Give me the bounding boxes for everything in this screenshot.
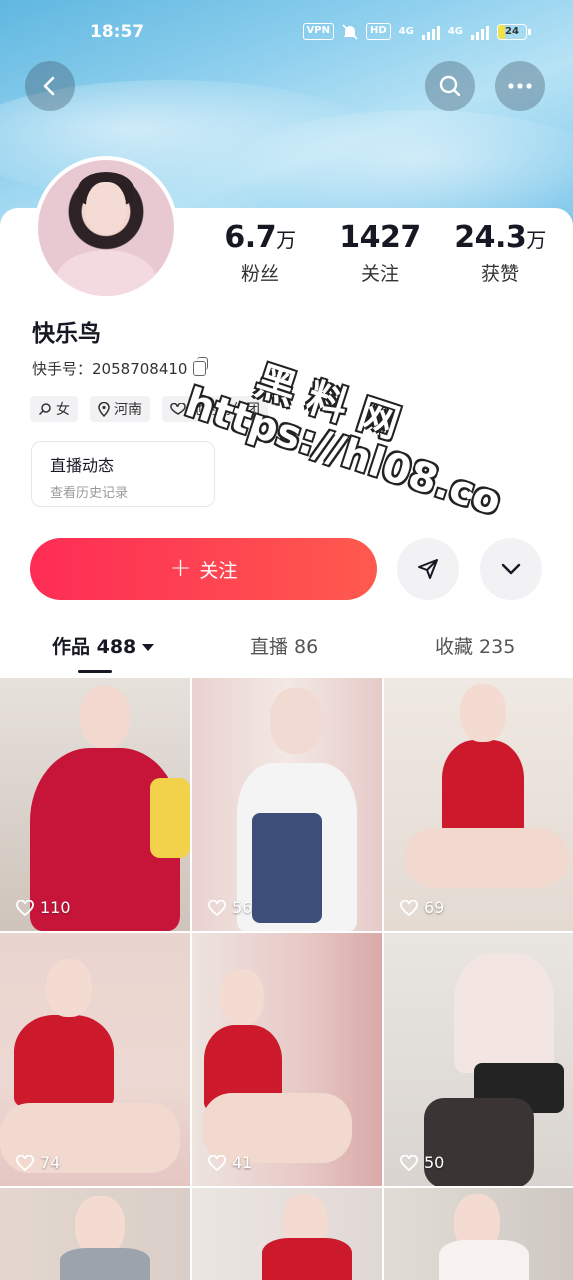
status-time: 18:57	[90, 22, 145, 42]
work-thumbnail[interactable]	[0, 1188, 190, 1280]
heart-icon	[16, 1154, 34, 1171]
work-thumbnail[interactable]: 56	[192, 678, 382, 931]
user-id: 2058708410	[92, 359, 188, 378]
tab-live[interactable]: 直播 86	[250, 632, 318, 659]
stat-likes[interactable]: 24.3万 获赞	[440, 220, 560, 286]
likes-value: 110	[40, 898, 71, 917]
work-thumbnail[interactable]	[192, 1188, 382, 1280]
likes-count: 69	[400, 898, 444, 917]
likes-count: 74	[16, 1153, 60, 1172]
battery-level: 24	[505, 25, 519, 37]
stat-following[interactable]: 1427 关注	[320, 220, 440, 286]
work-thumbnail[interactable]: 50	[384, 933, 573, 1186]
follow-label: 关注	[199, 559, 238, 582]
heart-icon	[400, 899, 418, 916]
more-dots-icon	[508, 83, 532, 89]
search-icon	[439, 75, 461, 97]
female-icon	[38, 403, 51, 416]
battery-icon: 24	[497, 23, 531, 40]
stat-value: 24.3	[454, 220, 527, 255]
stat-fans[interactable]: 6.7万 粉丝	[200, 220, 320, 286]
network-type: 4G	[398, 26, 414, 37]
expand-button[interactable]	[480, 538, 542, 600]
chevron-left-icon	[43, 76, 55, 96]
likes-value: 56	[232, 898, 253, 917]
stat-label: 粉丝	[240, 263, 279, 285]
more-button[interactable]	[495, 61, 545, 111]
stat-label: 关注	[360, 263, 399, 285]
signal-icon	[471, 24, 489, 40]
heart-icon	[400, 1154, 418, 1171]
user-id-row: 快手号： 2058708410	[32, 357, 209, 379]
tab-label: 收藏 235	[435, 636, 516, 658]
stat-unit: 万	[526, 228, 546, 252]
stat-unit: 万	[276, 228, 296, 252]
likes-value: 41	[232, 1153, 253, 1172]
heart-icon	[16, 899, 34, 916]
back-button[interactable]	[25, 61, 75, 111]
likes-count: 110	[16, 898, 71, 917]
tab-favorites[interactable]: 收藏 235	[435, 632, 515, 659]
profile-page: 18:57 VPN HD 4G 4G 24 6.7万 粉丝 1427 关注 24…	[0, 0, 573, 1280]
hd-indicator: HD	[365, 23, 391, 40]
status-bar: 18:57 VPN HD 4G 4G 24	[0, 18, 573, 48]
likes-value: 50	[424, 1153, 445, 1172]
work-thumbnail[interactable]: 69	[384, 678, 573, 931]
likes-count: 56	[208, 898, 252, 917]
vpn-indicator: VPN	[302, 23, 334, 40]
caret-down-icon	[142, 644, 155, 651]
tab-label: 直播 86	[250, 636, 319, 658]
tab-works[interactable]: 作品 488	[52, 632, 155, 659]
tag-label: 女	[56, 402, 70, 418]
search-button[interactable]	[425, 61, 475, 111]
content-tabs: 作品 488 直播 86 收藏 235	[0, 622, 573, 674]
signal-icon	[421, 24, 440, 40]
work-thumbnail[interactable]: 41	[192, 933, 382, 1186]
heart-icon	[208, 1154, 226, 1171]
likes-value: 74	[40, 1153, 61, 1172]
likes-count: 41	[208, 1153, 252, 1172]
stat-label: 获赞	[480, 263, 519, 285]
user-id-label: 快手号：	[32, 360, 93, 378]
tab-label: 作品 488	[52, 636, 137, 658]
stat-value: 6.7	[224, 220, 277, 255]
avatar[interactable]	[34, 156, 178, 300]
chevron-down-icon	[501, 563, 521, 575]
likes-value: 69	[424, 898, 445, 917]
tag-location: 河南	[90, 396, 150, 422]
likes-count: 50	[400, 1153, 444, 1172]
tag-gender: 女	[30, 396, 78, 422]
plus-icon: +	[169, 552, 192, 583]
stat-value: 1427	[339, 220, 421, 255]
mute-icon	[342, 23, 358, 40]
profile-name: 快乐鸟	[32, 321, 101, 347]
work-thumbnail[interactable]: 74	[0, 933, 190, 1186]
location-icon	[98, 401, 110, 417]
profile-stats: 6.7万 粉丝 1427 关注 24.3万 获赞	[200, 220, 560, 286]
work-thumbnail[interactable]: 110	[0, 678, 190, 931]
tag-label: 河南	[114, 402, 142, 418]
work-thumbnail[interactable]	[384, 1188, 573, 1280]
network-type: 4G	[447, 26, 463, 37]
heart-icon	[208, 899, 226, 916]
tab-indicator	[78, 670, 112, 673]
